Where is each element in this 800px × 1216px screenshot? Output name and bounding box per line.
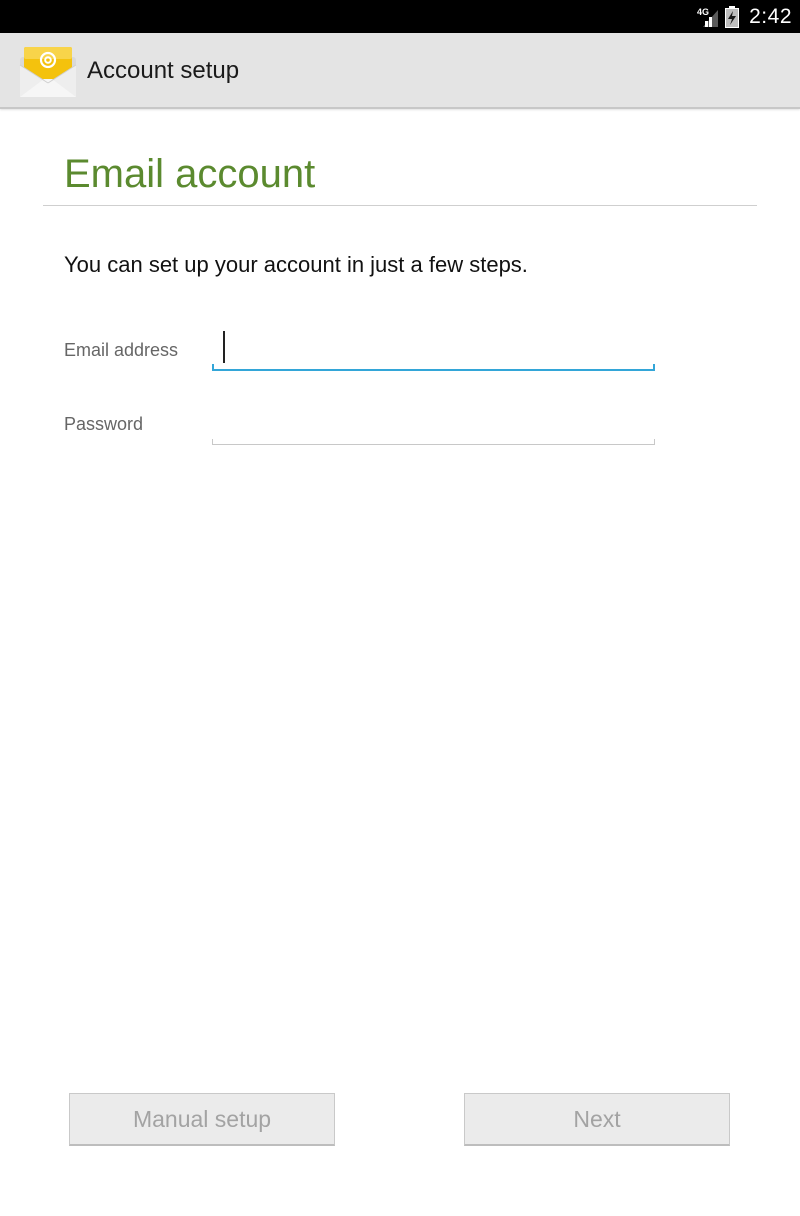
action-bar-title: Account setup — [87, 57, 240, 84]
email-app-icon[interactable] — [18, 43, 78, 99]
signal-4g-icon: 4G — [697, 7, 719, 27]
next-button[interactable]: Next — [464, 1093, 730, 1146]
text-caret — [223, 331, 225, 363]
email-address-input[interactable] — [220, 331, 645, 367]
status-bar: 4G 2:42 — [0, 0, 800, 33]
email-address-field[interactable] — [212, 331, 655, 371]
title-divider — [43, 205, 757, 206]
clock: 2:42 — [749, 4, 792, 28]
password-input[interactable] — [220, 405, 645, 441]
password-field-underline — [212, 439, 655, 445]
manual-setup-button[interactable]: Manual setup — [69, 1093, 335, 1146]
password-field[interactable] — [212, 405, 655, 445]
network-type-label: 4G — [697, 7, 709, 17]
intro-text: You can set up your account in just a fe… — [64, 252, 528, 277]
battery-charging-icon — [725, 5, 740, 28]
password-label: Password — [64, 414, 144, 434]
email-field-underline — [212, 364, 655, 371]
screen: 4G 2:42 Account setup Email account You … — [0, 0, 800, 1216]
page-title: Email account — [64, 152, 316, 196]
status-icons: 4G 2:42 — [697, 0, 792, 33]
action-bar: Account setup — [0, 33, 800, 109]
email-address-label: Email address — [64, 340, 179, 360]
